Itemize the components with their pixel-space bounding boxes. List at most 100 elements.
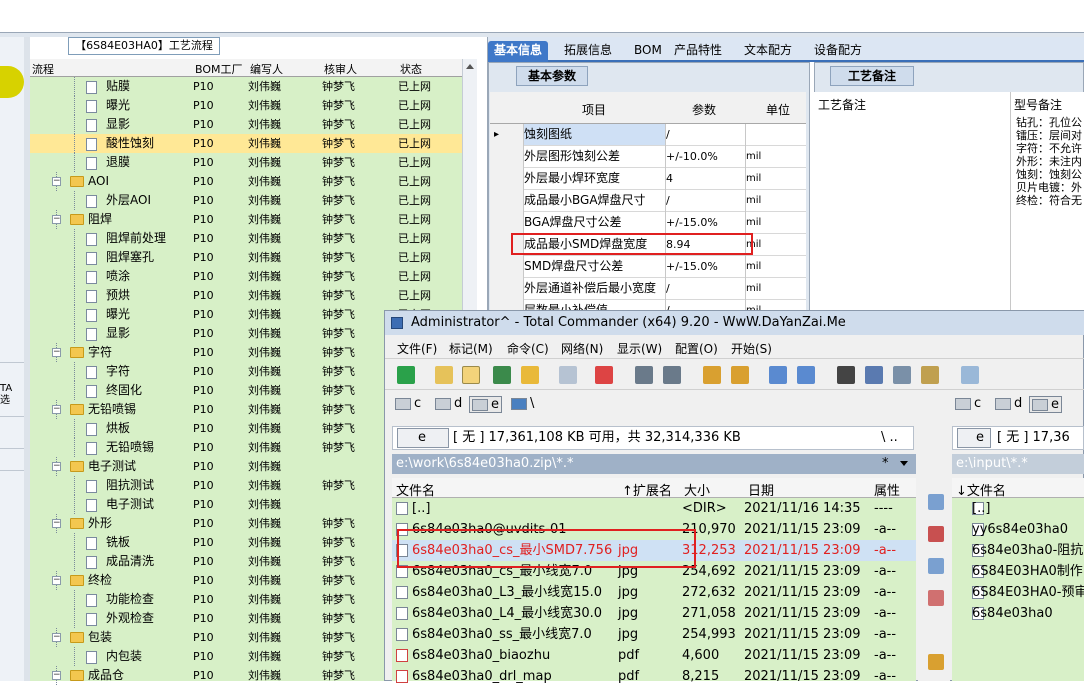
process-notes-title[interactable]: 工艺备注 bbox=[830, 66, 914, 86]
file-row[interactable]: [..] <DIR> 2021/11/16 14:35 ---- bbox=[392, 498, 916, 519]
param-row[interactable]: 外层最小焊环宽度 4 mil bbox=[490, 168, 806, 190]
param-row[interactable]: 成品最小BGA焊盘尺寸 / mil bbox=[490, 190, 806, 212]
col-flow[interactable]: 流程 bbox=[32, 61, 54, 77]
param-row[interactable]: BGA焊盘尺寸公差 +/-15.0% mil bbox=[490, 212, 806, 234]
find-icon[interactable] bbox=[837, 366, 855, 384]
process-row[interactable]: − 阻焊 P10 刘伟巍 钟梦飞 已上网 bbox=[30, 210, 462, 229]
collapse-toggle-icon[interactable]: − bbox=[52, 576, 61, 585]
param-value[interactable]: / bbox=[666, 124, 670, 145]
move-icon[interactable] bbox=[928, 590, 944, 606]
select-icon[interactable] bbox=[595, 366, 613, 384]
chevron-down-icon[interactable] bbox=[900, 461, 908, 466]
tab-bom[interactable]: BOM bbox=[628, 41, 668, 62]
brief-view-icon[interactable] bbox=[435, 366, 453, 384]
row-indicator[interactable] bbox=[490, 168, 524, 190]
drive-d-right[interactable]: d bbox=[995, 396, 1022, 411]
row-indicator[interactable] bbox=[490, 190, 524, 212]
copy-icon[interactable] bbox=[928, 558, 944, 574]
collapse-toggle-icon[interactable]: − bbox=[52, 348, 61, 357]
back-icon[interactable] bbox=[635, 366, 653, 384]
edit-icon[interactable] bbox=[928, 526, 944, 542]
col-reviewer[interactable]: 核审人 bbox=[324, 61, 357, 77]
right-path-bar[interactable]: e:\input\*.* bbox=[952, 454, 1084, 474]
param-row[interactable]: 外层通道补偿后最小宽度 / mil bbox=[490, 278, 806, 300]
menu-file[interactable]: 文件(F) bbox=[397, 340, 437, 357]
param-row[interactable]: SMD焊盘尺寸公差 +/-15.0% mil bbox=[490, 256, 806, 278]
forward-icon[interactable] bbox=[663, 366, 681, 384]
file-row-right[interactable]: [..] bbox=[952, 498, 1084, 519]
drive-network-left[interactable]: \ bbox=[511, 396, 534, 411]
col-size[interactable]: 大小 bbox=[684, 480, 710, 499]
process-title[interactable]: 【6S84E03HA0】工艺流程 bbox=[68, 37, 220, 55]
file-row-right[interactable]: yy6s84e03ha0 bbox=[952, 519, 1084, 540]
process-row[interactable]: 显影 P10 刘伟巍 钟梦飞 已上网 bbox=[30, 115, 462, 134]
collapse-toggle-icon[interactable]: − bbox=[52, 671, 61, 680]
unpack-icon[interactable] bbox=[731, 366, 749, 384]
collapse-toggle-icon[interactable]: − bbox=[52, 462, 61, 471]
param-row[interactable]: ▸ 蚀刻图纸 / bbox=[490, 124, 806, 146]
pack-icon[interactable] bbox=[703, 366, 721, 384]
compare-icon[interactable] bbox=[893, 366, 911, 384]
menu-command[interactable]: 命令(C) bbox=[507, 340, 549, 357]
tab-basic-info[interactable]: 基本信息 bbox=[488, 41, 549, 62]
col-writer[interactable]: 编写人 bbox=[250, 61, 283, 77]
param-row[interactable]: 外层图形蚀刻公差 +/-10.0% mil bbox=[490, 146, 806, 168]
process-row[interactable]: 曝光 P10 刘伟巍 钟梦飞 已上网 bbox=[30, 96, 462, 115]
scroll-up-icon[interactable] bbox=[466, 64, 474, 69]
sort-icon[interactable] bbox=[559, 366, 577, 384]
tab-text-recipe[interactable]: 文本配方 bbox=[738, 41, 798, 62]
detail-view-icon[interactable] bbox=[462, 366, 480, 384]
param-value[interactable]: / bbox=[666, 190, 670, 211]
file-row[interactable]: 6s84e03ha0_drl_map pdf 8,215 2021/11/15 23:… bbox=[392, 666, 916, 687]
file-row[interactable]: 6s84e03ha0_L4_最小线宽30.0 jpg 271,058 2021/11/… bbox=[392, 603, 916, 624]
drive-d-left[interactable]: d bbox=[435, 396, 462, 411]
process-row[interactable]: 退膜 P10 刘伟巍 钟梦飞 已上网 bbox=[30, 153, 462, 172]
thumbnail-icon[interactable] bbox=[493, 366, 511, 384]
param-value[interactable]: +/-15.0% bbox=[666, 212, 718, 233]
file-row-right[interactable]: 6S84E03HA0制作 bbox=[952, 561, 1084, 582]
menu-network[interactable]: 网络(N) bbox=[561, 340, 603, 357]
collapse-toggle-icon[interactable]: − bbox=[52, 177, 61, 186]
row-indicator[interactable] bbox=[490, 146, 524, 168]
tab-extended-info[interactable]: 拓展信息 bbox=[558, 41, 618, 62]
basic-params-title[interactable]: 基本参数 bbox=[516, 66, 588, 86]
refresh-icon[interactable] bbox=[397, 366, 415, 384]
drive-e-right[interactable]: e bbox=[1029, 396, 1062, 413]
rename-icon[interactable] bbox=[865, 366, 883, 384]
process-row[interactable]: 阻焊前处理 P10 刘伟巍 钟梦飞 已上网 bbox=[30, 229, 462, 248]
archive-icon[interactable] bbox=[928, 654, 944, 670]
collapse-toggle-icon[interactable]: − bbox=[52, 405, 61, 414]
col-filename[interactable]: 文件名 bbox=[396, 480, 435, 499]
process-row[interactable]: 喷涂 P10 刘伟巍 钟梦飞 已上网 bbox=[30, 267, 462, 286]
tab-product-features[interactable]: 产品特性 bbox=[668, 41, 728, 62]
file-row-right[interactable]: 6S84E03HA0-预审 bbox=[952, 582, 1084, 603]
col-bom[interactable]: BOM工厂 bbox=[195, 61, 243, 77]
process-row[interactable]: 阻焊塞孔 P10 刘伟巍 钟梦飞 已上网 bbox=[30, 248, 462, 267]
row-indicator[interactable]: ▸ bbox=[490, 124, 524, 146]
drive-e-left[interactable]: e bbox=[469, 396, 502, 413]
col-status[interactable]: 状态 bbox=[400, 61, 422, 77]
drive-select-right[interactable]: e bbox=[957, 428, 991, 448]
file-row[interactable]: 6s84e03ha0_ss_最小线宽7.0 jpg 254,993 2021/11/1… bbox=[392, 624, 916, 645]
left-path-bar[interactable]: e:\work\6s84e03ha0.zip\*.* * bbox=[392, 454, 916, 474]
menu-view[interactable]: 显示(W) bbox=[617, 340, 662, 357]
menu-config[interactable]: 配置(O) bbox=[675, 340, 718, 357]
nav-root-parent[interactable]: \ .. bbox=[881, 427, 898, 449]
view-icon[interactable] bbox=[928, 494, 944, 510]
param-value[interactable]: +/-15.0% bbox=[666, 256, 718, 277]
collapse-toggle-icon[interactable]: − bbox=[52, 633, 61, 642]
col-item[interactable]: 项目 bbox=[582, 101, 606, 118]
process-row[interactable]: 酸性蚀刻 P10 刘伟巍 钟梦飞 已上网 bbox=[30, 134, 462, 153]
tab-equipment-recipe[interactable]: 设备配方 bbox=[808, 41, 868, 62]
menu-start[interactable]: 开始(S) bbox=[731, 340, 772, 357]
file-row-right[interactable]: 6s84e03ha0 bbox=[952, 603, 1084, 624]
process-row[interactable]: − AOI P10 刘伟巍 钟梦飞 已上网 bbox=[30, 172, 462, 191]
drive-c-left[interactable]: c bbox=[395, 396, 421, 411]
tc-title-bar[interactable]: Administrator^ - Total Commander (x64) 9… bbox=[385, 311, 1084, 335]
col-filename-right[interactable]: ↓文件名 bbox=[956, 480, 1006, 499]
col-unit[interactable]: 单位 bbox=[766, 101, 790, 118]
path-filter[interactable]: * bbox=[882, 454, 889, 474]
url-icon[interactable] bbox=[797, 366, 815, 384]
sync-icon[interactable] bbox=[921, 366, 939, 384]
tree-icon[interactable] bbox=[521, 366, 539, 384]
